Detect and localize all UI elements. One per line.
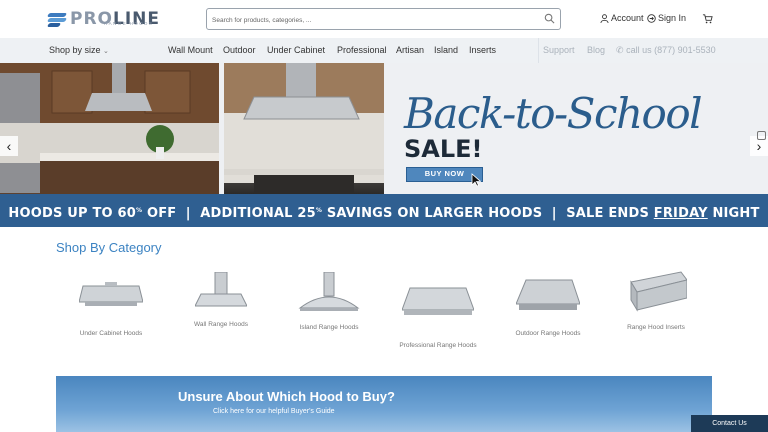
- category-label: Range Hood Inserts: [627, 324, 685, 331]
- promo-strip[interactable]: HOODS UP TO 60% OFF | ADDITIONAL 25% SAV…: [0, 194, 768, 227]
- nav-item-outdoor[interactable]: Outdoor: [223, 45, 256, 55]
- user-icon: [600, 13, 609, 23]
- hero-title: Back-to-School: [404, 89, 703, 138]
- category-outdoor[interactable]: Outdoor Range Hoods: [511, 276, 585, 337]
- chevron-down-icon: ⌄: [103, 48, 109, 55]
- search-icon[interactable]: [544, 13, 555, 24]
- category-label: Professional Range Hoods: [399, 342, 477, 349]
- category-inserts[interactable]: Range Hood Inserts: [621, 270, 691, 331]
- nav-item-professional[interactable]: Professional: [337, 45, 387, 55]
- kitchen-photo-right: [224, 63, 384, 194]
- nav-item-island[interactable]: Island: [434, 45, 458, 55]
- nav-divider: [538, 38, 539, 63]
- shop-by-category-title: Shop By Category: [56, 240, 162, 255]
- search-box: [206, 8, 561, 31]
- signin-icon: [647, 13, 656, 23]
- insert-hood-icon: [630, 271, 687, 312]
- proline-logo[interactable]: PROLINE: [46, 8, 161, 30]
- under-cabinet-hood-icon: [79, 282, 143, 306]
- category-under-cabinet[interactable]: Under Cabinet Hoods: [74, 278, 148, 337]
- island-hood-icon: [298, 272, 360, 311]
- signin-link[interactable]: Sign In: [647, 13, 686, 23]
- category-label: Outdoor Range Hoods: [515, 330, 581, 337]
- account-label: Account: [611, 13, 644, 23]
- promo-text-3: SAVINGS ON LARGER HOODS | SALE ENDS: [322, 206, 654, 221]
- main-nav: Shop by size ⌄ Wall Mount Outdoor Under …: [0, 38, 768, 63]
- mouse-cursor-icon: [471, 173, 481, 187]
- guide-title: Unsure About Which Hood to Buy?: [178, 389, 395, 404]
- logo-text-main: PRO: [70, 9, 114, 29]
- search-input[interactable]: [207, 10, 527, 31]
- nav-item-inserts[interactable]: Inserts: [469, 45, 496, 55]
- outdoor-hood-icon: [516, 279, 580, 310]
- signin-label: Sign In: [658, 13, 687, 23]
- chevron-right-icon: ›: [756, 138, 762, 154]
- logo-text-bold: LINE: [113, 9, 161, 29]
- hero-sale: SALE!: [404, 135, 483, 163]
- category-label: Under Cabinet Hoods: [79, 330, 143, 337]
- nav-phone[interactable]: ✆ call us (877) 901-5530: [616, 45, 716, 56]
- nav-item-under-cabinet[interactable]: Under Cabinet: [267, 45, 325, 55]
- account-link[interactable]: Account: [600, 13, 644, 23]
- promo-text-4: NIGHT: [707, 206, 760, 221]
- promo-text-1: HOODS UP TO 60: [8, 206, 136, 221]
- nav-item-artisan[interactable]: Artisan: [396, 45, 424, 55]
- wall-hood-icon: [195, 272, 247, 307]
- category-label: Wall Range Hoods: [194, 321, 248, 328]
- logo-subtitle: RANGE HOODS: [104, 21, 154, 26]
- category-island[interactable]: Island Range Hoods: [294, 272, 364, 331]
- nav-item-wall-mount[interactable]: Wall Mount: [168, 45, 213, 55]
- logo-mark-icon: [46, 12, 68, 27]
- category-professional[interactable]: Professional Range Hoods: [396, 284, 480, 349]
- expand-icon[interactable]: [757, 131, 766, 140]
- professional-hood-icon: [402, 287, 474, 315]
- nav-support[interactable]: Support: [543, 45, 575, 55]
- phone-icon: ✆: [616, 45, 624, 55]
- nav-shop-by-size[interactable]: Shop by size ⌄: [49, 45, 109, 55]
- chevron-left-icon: ‹: [6, 138, 12, 154]
- carousel-prev-button[interactable]: ‹: [0, 136, 18, 156]
- guide-subtitle: Click here for our helpful Buyer's Guide: [213, 408, 335, 415]
- kitchen-photo-left: [0, 63, 219, 194]
- category-wall[interactable]: Wall Range Hoods: [188, 272, 254, 328]
- cart-icon[interactable]: [702, 13, 713, 24]
- category-label: Island Range Hoods: [299, 324, 359, 331]
- site-header: PROLINE RANGE HOODS Account Sign In: [0, 0, 768, 38]
- promo-friday: FRIDAY: [653, 206, 708, 221]
- nav-blog[interactable]: Blog: [587, 45, 605, 55]
- hero-banner[interactable]: ‹ › Back-to-School SALE! BUY NOW: [0, 63, 768, 194]
- promo-text-2: OFF | ADDITIONAL 25: [142, 206, 316, 221]
- buyers-guide-banner[interactable]: Unsure About Which Hood to Buy? Click he…: [56, 376, 712, 432]
- contact-us-button[interactable]: Contact Us: [691, 415, 768, 432]
